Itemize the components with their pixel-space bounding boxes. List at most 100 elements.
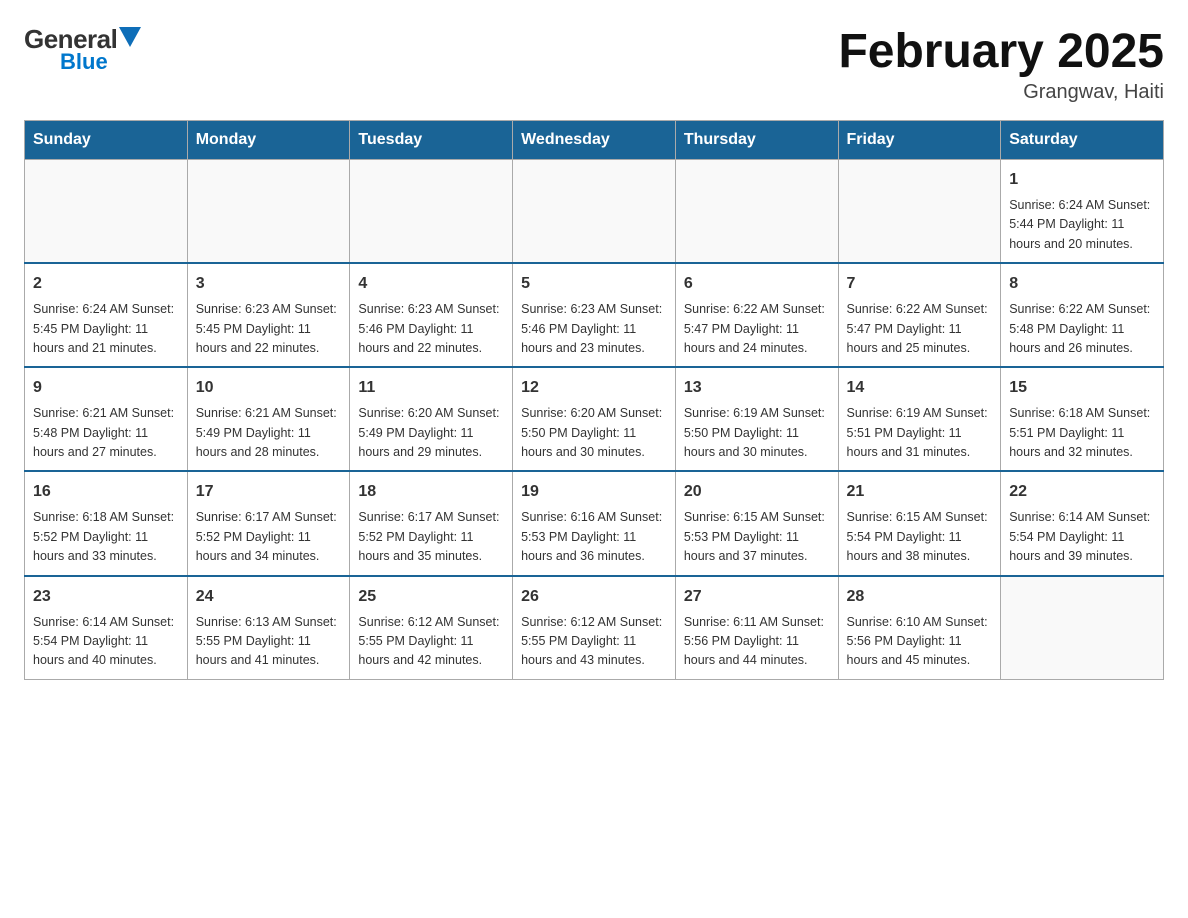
calendar-subtitle: Grangwav, Haiti: [838, 81, 1164, 104]
day-info: Sunrise: 6:16 AM Sunset: 5:53 PM Dayligh…: [521, 508, 667, 566]
calendar-day-cell: 6 Sunrise: 6:22 AM Sunset: 5:47 PM Daylig…: [675, 263, 838, 367]
calendar-day-cell: 19 Sunrise: 6:16 AM Sunset: 5:53 PM Dayli…: [513, 471, 676, 575]
calendar-day-cell: 15Sunrise: 6:18 AM Sunset: 5:51 PM Dayli…: [1001, 367, 1164, 471]
calendar-day-cell: 2 Sunrise: 6:24 AM Sunset: 5:45 PM Daylig…: [25, 263, 188, 367]
calendar-day-cell: 3 Sunrise: 6:23 AM Sunset: 5:45 PM Daylig…: [187, 263, 350, 367]
calendar-week-row: 1 Sunrise: 6:24 AM Sunset: 5:44 PM Daylig…: [25, 160, 1164, 264]
day-number: 24: [196, 585, 342, 609]
weekday-header-row: Sunday Monday Tuesday Wednesday Thursday…: [25, 121, 1164, 160]
day-number: 15: [1009, 376, 1155, 400]
day-info: Sunrise: 6:10 AM Sunset: 5:56 PM Dayligh…: [847, 613, 993, 671]
header-monday: Monday: [187, 121, 350, 160]
day-number: 20: [684, 480, 830, 504]
calendar-day-cell: 4 Sunrise: 6:23 AM Sunset: 5:46 PM Daylig…: [350, 263, 513, 367]
day-number: 6: [684, 272, 830, 296]
calendar-day-cell: 18 Sunrise: 6:17 AM Sunset: 5:52 PM Dayli…: [350, 471, 513, 575]
calendar-day-cell: 20 Sunrise: 6:15 AM Sunset: 5:53 PM Dayli…: [675, 471, 838, 575]
day-info: Sunrise: 6:23 AM Sunset: 5:46 PM Dayligh…: [521, 300, 667, 358]
header-tuesday: Tuesday: [350, 121, 513, 160]
day-info: Sunrise: 6:15 AM Sunset: 5:53 PM Dayligh…: [684, 508, 830, 566]
calendar-day-cell: 11 Sunrise: 6:20 AM Sunset: 5:49 PM Dayli…: [350, 367, 513, 471]
day-number: 17: [196, 480, 342, 504]
day-info: Sunrise: 6:24 AM Sunset: 5:45 PM Dayligh…: [33, 300, 179, 358]
header-friday: Friday: [838, 121, 1001, 160]
calendar-table: Sunday Monday Tuesday Wednesday Thursday…: [24, 120, 1164, 680]
day-number: 25: [358, 585, 504, 609]
calendar-day-cell: 14 Sunrise: 6:19 AM Sunset: 5:51 PM Dayli…: [838, 367, 1001, 471]
calendar-title: February 2025: [838, 24, 1164, 79]
calendar-day-cell: 5 Sunrise: 6:23 AM Sunset: 5:46 PM Daylig…: [513, 263, 676, 367]
calendar-day-cell: 26 Sunrise: 6:12 AM Sunset: 5:55 PM Dayli…: [513, 576, 676, 680]
calendar-day-cell: 7 Sunrise: 6:22 AM Sunset: 5:47 PM Daylig…: [838, 263, 1001, 367]
day-number: 28: [847, 585, 993, 609]
calendar-week-row: 16Sunrise: 6:18 AM Sunset: 5:52 PM Dayli…: [25, 471, 1164, 575]
day-info: Sunrise: 6:23 AM Sunset: 5:45 PM Dayligh…: [196, 300, 342, 358]
calendar-day-cell: [25, 160, 188, 264]
calendar-day-cell: 22 Sunrise: 6:14 AM Sunset: 5:54 PM Dayli…: [1001, 471, 1164, 575]
calendar-week-row: 9Sunrise: 6:21 AM Sunset: 5:48 PM Daylig…: [25, 367, 1164, 471]
header-wednesday: Wednesday: [513, 121, 676, 160]
calendar-day-cell: 28 Sunrise: 6:10 AM Sunset: 5:56 PM Dayli…: [838, 576, 1001, 680]
day-info: Sunrise: 6:17 AM Sunset: 5:52 PM Dayligh…: [196, 508, 342, 566]
day-info: Sunrise: 6:14 AM Sunset: 5:54 PM Dayligh…: [1009, 508, 1155, 566]
day-number: 19: [521, 480, 667, 504]
day-info: Sunrise: 6:19 AM Sunset: 5:51 PM Dayligh…: [847, 404, 993, 462]
day-info: Sunrise: 6:20 AM Sunset: 5:49 PM Dayligh…: [358, 404, 504, 462]
calendar-day-cell: [838, 160, 1001, 264]
calendar-day-cell: [675, 160, 838, 264]
day-info: Sunrise: 6:20 AM Sunset: 5:50 PM Dayligh…: [521, 404, 667, 462]
day-number: 13: [684, 376, 830, 400]
day-number: 27: [684, 585, 830, 609]
day-info: Sunrise: 6:22 AM Sunset: 5:47 PM Dayligh…: [847, 300, 993, 358]
logo: General Blue: [24, 24, 141, 75]
calendar-week-row: 2 Sunrise: 6:24 AM Sunset: 5:45 PM Daylig…: [25, 263, 1164, 367]
day-number: 12: [521, 376, 667, 400]
day-info: Sunrise: 6:17 AM Sunset: 5:52 PM Dayligh…: [358, 508, 504, 566]
day-number: 16: [33, 480, 179, 504]
day-number: 5: [521, 272, 667, 296]
day-number: 26: [521, 585, 667, 609]
calendar-day-cell: [350, 160, 513, 264]
calendar-day-cell: 27Sunrise: 6:11 AM Sunset: 5:56 PM Dayli…: [675, 576, 838, 680]
calendar-day-cell: 21Sunrise: 6:15 AM Sunset: 5:54 PM Dayli…: [838, 471, 1001, 575]
day-number: 22: [1009, 480, 1155, 504]
day-info: Sunrise: 6:21 AM Sunset: 5:49 PM Dayligh…: [196, 404, 342, 462]
day-info: Sunrise: 6:19 AM Sunset: 5:50 PM Dayligh…: [684, 404, 830, 462]
calendar-week-row: 23Sunrise: 6:14 AM Sunset: 5:54 PM Dayli…: [25, 576, 1164, 680]
day-number: 14: [847, 376, 993, 400]
calendar-day-cell: [513, 160, 676, 264]
day-info: Sunrise: 6:12 AM Sunset: 5:55 PM Dayligh…: [358, 613, 504, 671]
day-number: 21: [847, 480, 993, 504]
logo-arrow-icon: [119, 27, 141, 47]
day-number: 18: [358, 480, 504, 504]
logo-blue-text: Blue: [60, 49, 108, 75]
day-number: 8: [1009, 272, 1155, 296]
calendar-day-cell: [1001, 576, 1164, 680]
calendar-day-cell: 12 Sunrise: 6:20 AM Sunset: 5:50 PM Dayli…: [513, 367, 676, 471]
day-number: 7: [847, 272, 993, 296]
calendar-day-cell: 24 Sunrise: 6:13 AM Sunset: 5:55 PM Dayli…: [187, 576, 350, 680]
calendar-day-cell: 16Sunrise: 6:18 AM Sunset: 5:52 PM Dayli…: [25, 471, 188, 575]
day-number: 11: [358, 376, 504, 400]
calendar-day-cell: 25 Sunrise: 6:12 AM Sunset: 5:55 PM Dayli…: [350, 576, 513, 680]
day-number: 3: [196, 272, 342, 296]
calendar-day-cell: 23Sunrise: 6:14 AM Sunset: 5:54 PM Dayli…: [25, 576, 188, 680]
calendar-day-cell: 8Sunrise: 6:22 AM Sunset: 5:48 PM Daylig…: [1001, 263, 1164, 367]
day-number: 9: [33, 376, 179, 400]
day-info: Sunrise: 6:14 AM Sunset: 5:54 PM Dayligh…: [33, 613, 179, 671]
day-number: 4: [358, 272, 504, 296]
header-sunday: Sunday: [25, 121, 188, 160]
calendar-day-cell: 10Sunrise: 6:21 AM Sunset: 5:49 PM Dayli…: [187, 367, 350, 471]
day-info: Sunrise: 6:13 AM Sunset: 5:55 PM Dayligh…: [196, 613, 342, 671]
day-info: Sunrise: 6:24 AM Sunset: 5:44 PM Dayligh…: [1009, 196, 1155, 254]
day-info: Sunrise: 6:12 AM Sunset: 5:55 PM Dayligh…: [521, 613, 667, 671]
header-thursday: Thursday: [675, 121, 838, 160]
day-info: Sunrise: 6:22 AM Sunset: 5:47 PM Dayligh…: [684, 300, 830, 358]
day-number: 2: [33, 272, 179, 296]
calendar-day-cell: 13 Sunrise: 6:19 AM Sunset: 5:50 PM Dayli…: [675, 367, 838, 471]
title-block: February 2025 Grangwav, Haiti: [838, 24, 1164, 104]
day-number: 1: [1009, 168, 1155, 192]
page-header: General Blue February 2025 Grangwav, Hai…: [24, 24, 1164, 104]
day-info: Sunrise: 6:23 AM Sunset: 5:46 PM Dayligh…: [358, 300, 504, 358]
header-saturday: Saturday: [1001, 121, 1164, 160]
